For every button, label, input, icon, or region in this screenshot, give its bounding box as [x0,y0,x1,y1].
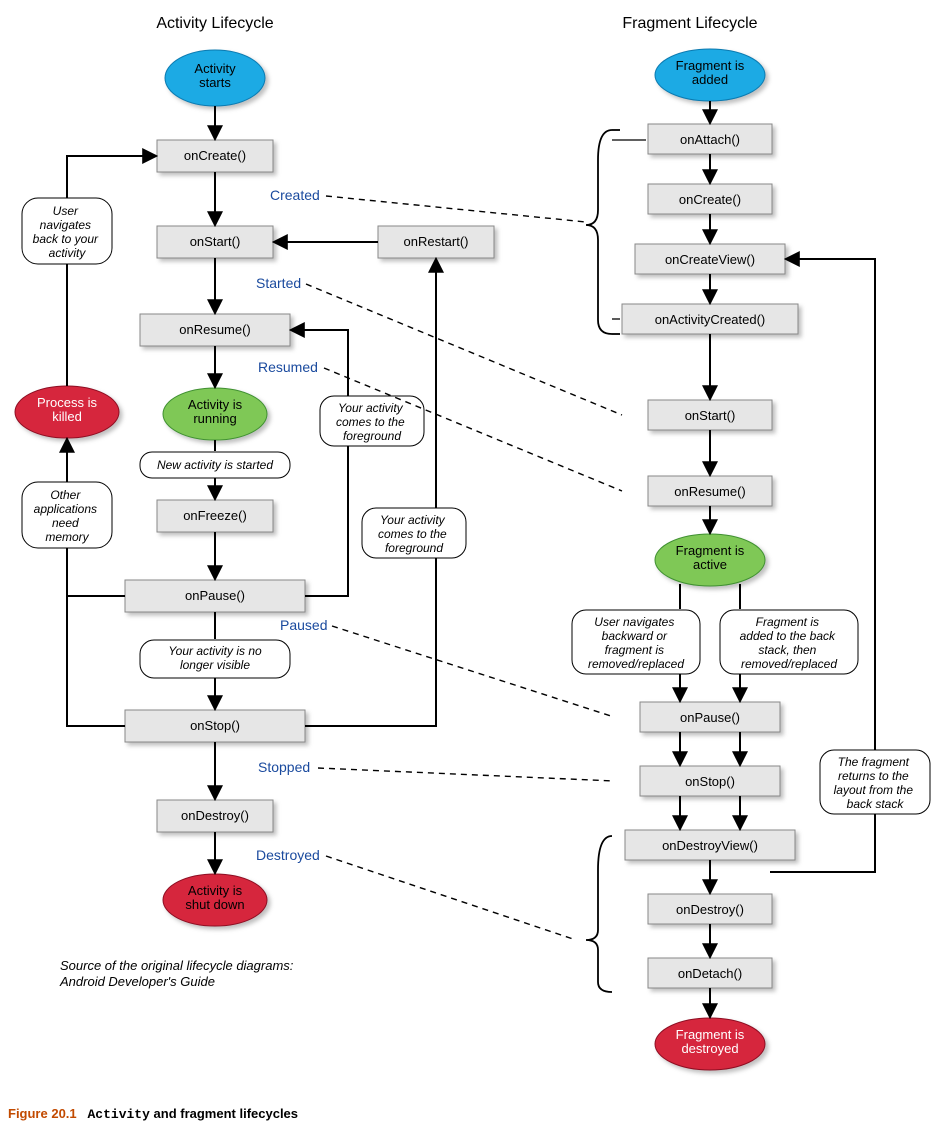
svg-text:Activity isshut down: Activity isshut down [185,883,244,912]
svg-text:Activitystarts: Activitystarts [194,61,236,90]
source-note: Source of the original lifecycle diagram… [59,958,297,989]
figure-rest: and fragment lifecycles [150,1106,298,1121]
state-paused: Paused [280,617,327,633]
svg-text:onStart(): onStart() [190,234,241,249]
figure-caption: Figure 20.1 Activity and fragment lifecy… [0,1100,952,1130]
svg-text:onDestroy(): onDestroy() [181,808,249,823]
svg-text:onPause(): onPause() [680,710,740,725]
fragment-title: Fragment Lifecycle [622,15,757,32]
svg-text:Your activity comes to the: Your activity comes to the foreground [378,513,450,555]
state-started: Started [256,275,301,291]
figure-code-word: Activity [87,1107,149,1122]
state-resumed: Resumed [258,359,318,375]
svg-text:Activity isrunning: Activity isrunning [188,397,243,426]
svg-text:onCreate(): onCreate() [679,192,741,207]
svg-text:onCreate(): onCreate() [184,148,246,163]
svg-text:onRestart(): onRestart() [403,234,468,249]
svg-text:onStart(): onStart() [685,408,736,423]
mapping-lines [306,196,622,940]
svg-text:onDetach(): onDetach() [678,966,742,981]
fragment-column: Fragment isadded onAttach() onCreate() o… [572,49,930,1070]
svg-text:onCreateView(): onCreateView() [665,252,755,267]
braces [586,130,612,992]
svg-text:onFreeze(): onFreeze() [183,508,247,523]
svg-text:onResume(): onResume() [674,484,746,499]
state-stopped: Stopped [258,759,310,775]
svg-text:onResume(): onResume() [179,322,251,337]
svg-text:onStop(): onStop() [685,774,735,789]
svg-text:onPause(): onPause() [185,588,245,603]
activity-title: Activity Lifecycle [156,15,273,32]
svg-text:Fragment isdestroyed: Fragment isdestroyed [676,1027,745,1056]
svg-text:onDestroyView(): onDestroyView() [662,838,758,853]
svg-text:Your activity is nolonger visi: Your activity is nolonger visible [168,644,262,672]
svg-text:New activity is started: New activity is started [157,458,273,472]
svg-text:onDestroy(): onDestroy() [676,902,744,917]
lifecycle-diagram: Activity Lifecycle Fragment Lifecycle Ac… [0,0,952,1100]
svg-text:onAttach(): onAttach() [680,132,740,147]
state-created: Created [270,187,320,203]
figure-number: Figure 20.1 [8,1106,77,1121]
state-destroyed: Destroyed [256,847,320,863]
svg-text:onStop(): onStop() [190,718,240,733]
svg-text:onActivityCreated(): onActivityCreated() [655,312,766,327]
svg-text:Your activity comes to the: Your activity comes to the foreground [336,401,408,443]
